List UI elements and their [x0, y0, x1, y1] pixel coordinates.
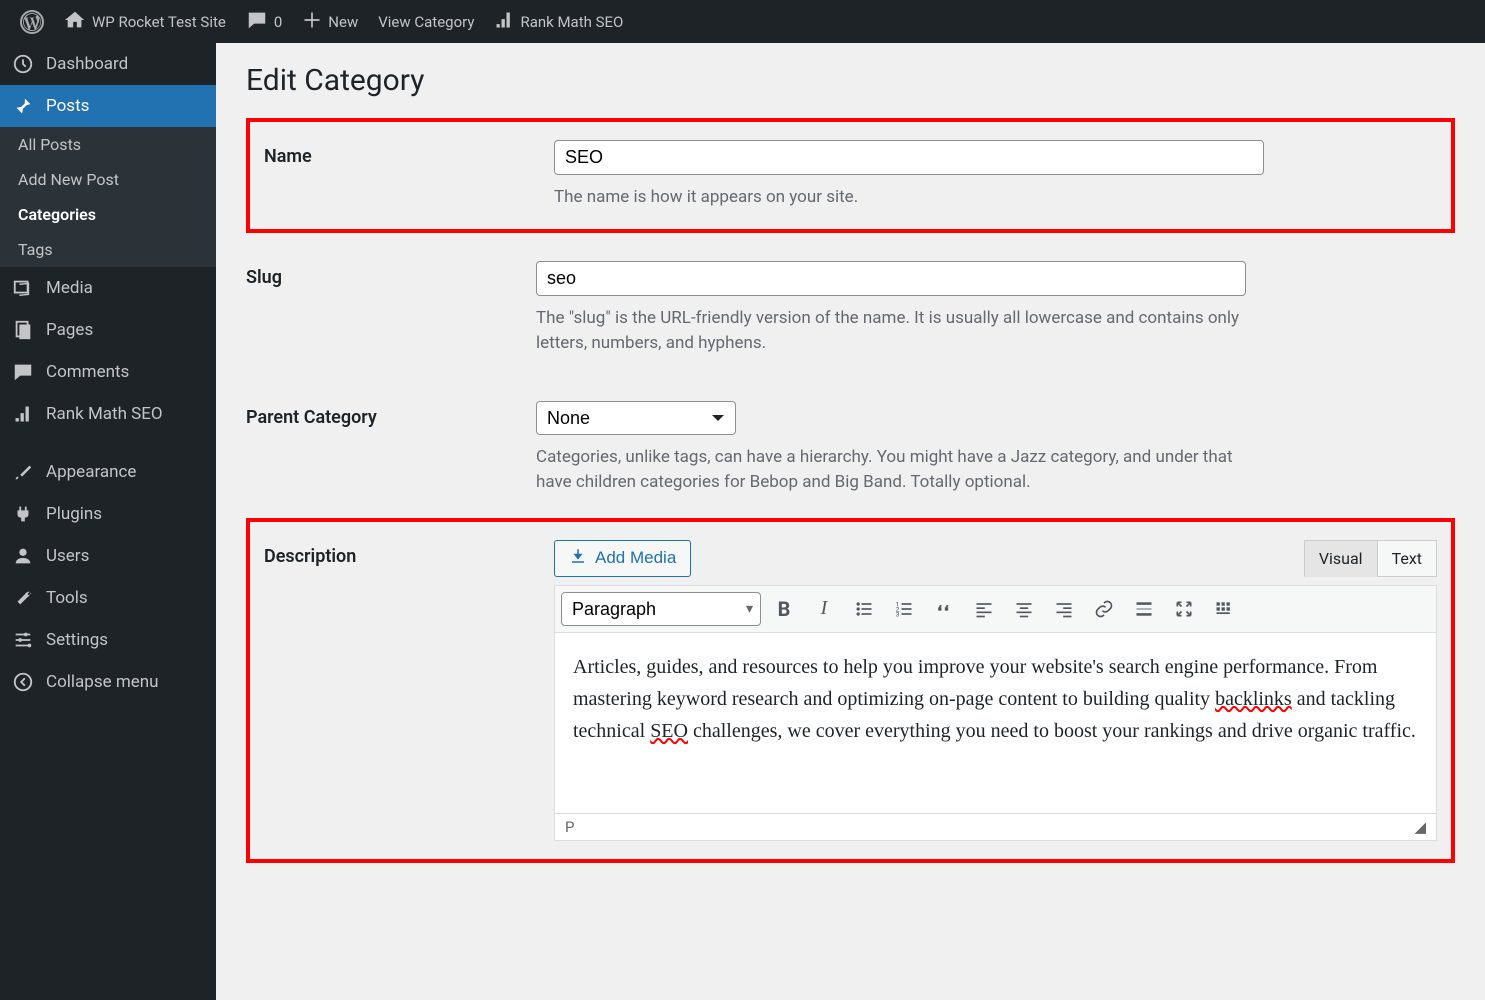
- name-description: The name is how it appears on your site.: [554, 185, 1264, 211]
- wysiwyg-editor: Paragraph B I 123: [554, 585, 1437, 841]
- fullscreen-button[interactable]: [1167, 592, 1201, 626]
- home-icon: [64, 9, 86, 35]
- slug-input[interactable]: [536, 261, 1246, 296]
- align-left-button[interactable]: [967, 592, 1001, 626]
- collapse-menu[interactable]: Collapse menu: [0, 661, 216, 703]
- sidebar-item-tools[interactable]: Tools: [0, 577, 216, 619]
- new-content-link[interactable]: New: [292, 0, 368, 43]
- sidebar-label: Dashboard: [46, 54, 128, 74]
- comment-icon: [12, 361, 34, 383]
- bold-button[interactable]: B: [767, 592, 801, 626]
- sliders-icon: [12, 629, 34, 651]
- read-more-button[interactable]: [1127, 592, 1161, 626]
- italic-button[interactable]: I: [807, 592, 841, 626]
- sidebar-item-settings[interactable]: Settings: [0, 619, 216, 661]
- align-center-button[interactable]: [1007, 592, 1041, 626]
- sidebar-label: Tools: [46, 588, 88, 608]
- chart-icon: [494, 10, 514, 34]
- parent-description: Categories, unlike tags, can have a hier…: [536, 445, 1246, 496]
- sidebar-label: Rank Math SEO: [46, 404, 163, 424]
- view-category-label: View Category: [378, 13, 474, 31]
- sidebar-item-dashboard[interactable]: Dashboard: [0, 43, 216, 85]
- view-category-link[interactable]: View Category: [368, 0, 484, 43]
- wrench-icon: [12, 587, 34, 609]
- tab-text[interactable]: Text: [1377, 540, 1437, 577]
- link-button[interactable]: [1087, 592, 1121, 626]
- chart-icon: [12, 403, 34, 425]
- sidebar-label: Posts: [46, 96, 89, 116]
- align-right-button[interactable]: [1047, 592, 1081, 626]
- field-row-slug: Slug The "slug" is the URL-friendly vers…: [246, 239, 1455, 379]
- parent-select[interactable]: None: [536, 401, 736, 435]
- submenu-tags[interactable]: Tags: [0, 232, 216, 267]
- parent-label: Parent Category: [246, 401, 536, 496]
- bullet-list-button[interactable]: [847, 592, 881, 626]
- submenu-add-new[interactable]: Add New Post: [0, 162, 216, 197]
- name-input[interactable]: [554, 140, 1264, 175]
- editor-statusbar: P ◢: [555, 813, 1436, 840]
- editor-content-area[interactable]: Articles, guides, and resources to help …: [555, 633, 1436, 813]
- number-list-button[interactable]: 123: [887, 592, 921, 626]
- new-label: New: [328, 13, 358, 31]
- submenu-all-posts[interactable]: All Posts: [0, 127, 216, 162]
- rank-math-link[interactable]: Rank Math SEO: [484, 0, 633, 43]
- toolbar-toggle-button[interactable]: [1207, 592, 1241, 626]
- sidebar-label: Plugins: [46, 504, 102, 524]
- page-title: Edit Category: [246, 63, 1455, 98]
- site-title: WP Rocket Test Site: [92, 13, 226, 31]
- plug-icon: [12, 503, 34, 525]
- format-select[interactable]: Paragraph: [561, 592, 761, 626]
- sidebar-item-pages[interactable]: Pages: [0, 309, 216, 351]
- comments-count: 0: [274, 13, 282, 31]
- sidebar-item-rank-math[interactable]: Rank Math SEO: [0, 393, 216, 435]
- sidebar-item-users[interactable]: Users: [0, 535, 216, 577]
- collapse-icon: [12, 671, 34, 693]
- sidebar-item-plugins[interactable]: Plugins: [0, 493, 216, 535]
- main-content: Edit Category Name The name is how it ap…: [216, 43, 1485, 1000]
- media-icon: [12, 277, 34, 299]
- sidebar-label: Comments: [46, 362, 129, 382]
- admin-bar: WP Rocket Test Site 0 New View Category …: [0, 0, 1485, 43]
- site-link[interactable]: WP Rocket Test Site: [54, 0, 236, 43]
- comment-icon: [246, 9, 268, 35]
- tab-visual[interactable]: Visual: [1304, 540, 1378, 577]
- comments-link[interactable]: 0: [236, 0, 292, 43]
- sidebar-label: Settings: [46, 630, 108, 650]
- field-row-name: Name The name is how it appears on your …: [246, 118, 1455, 233]
- description-label: Description: [264, 540, 554, 841]
- pin-icon: [12, 95, 34, 117]
- resize-handle[interactable]: ◢: [1414, 818, 1426, 836]
- sidebar-item-media[interactable]: Media: [0, 267, 216, 309]
- sidebar-label: Media: [46, 278, 93, 298]
- sidebar-label: Users: [46, 546, 89, 566]
- sidebar-label: Pages: [46, 320, 93, 340]
- user-icon: [12, 545, 34, 567]
- sidebar-label: Collapse menu: [46, 672, 159, 692]
- pages-icon: [12, 319, 34, 341]
- wp-logo[interactable]: [10, 0, 54, 43]
- rank-math-label: Rank Math SEO: [520, 13, 623, 31]
- name-label: Name: [264, 140, 554, 211]
- submenu-categories[interactable]: Categories: [0, 197, 216, 232]
- field-row-parent: Parent Category None Categories, unlike …: [246, 379, 1455, 518]
- add-media-button[interactable]: Add Media: [554, 540, 691, 577]
- sidebar-item-appearance[interactable]: Appearance: [0, 451, 216, 493]
- quote-button[interactable]: [927, 592, 961, 626]
- field-row-description: Description Add Media Visual Text: [246, 518, 1455, 863]
- sidebar-label: Appearance: [46, 462, 136, 482]
- admin-sidebar: Dashboard Posts All Posts Add New Post C…: [0, 43, 216, 1000]
- editor-toolbar: Paragraph B I 123: [555, 586, 1436, 633]
- element-path[interactable]: P: [565, 818, 574, 836]
- media-icon: [569, 547, 587, 570]
- sidebar-item-comments[interactable]: Comments: [0, 351, 216, 393]
- posts-submenu: All Posts Add New Post Categories Tags: [0, 127, 216, 267]
- svg-text:3: 3: [896, 610, 900, 618]
- plus-icon: [302, 10, 322, 34]
- dashboard-icon: [12, 53, 34, 75]
- slug-description: The "slug" is the URL-friendly version o…: [536, 306, 1246, 357]
- sidebar-item-posts[interactable]: Posts: [0, 85, 216, 127]
- brush-icon: [12, 461, 34, 483]
- slug-label: Slug: [246, 261, 536, 357]
